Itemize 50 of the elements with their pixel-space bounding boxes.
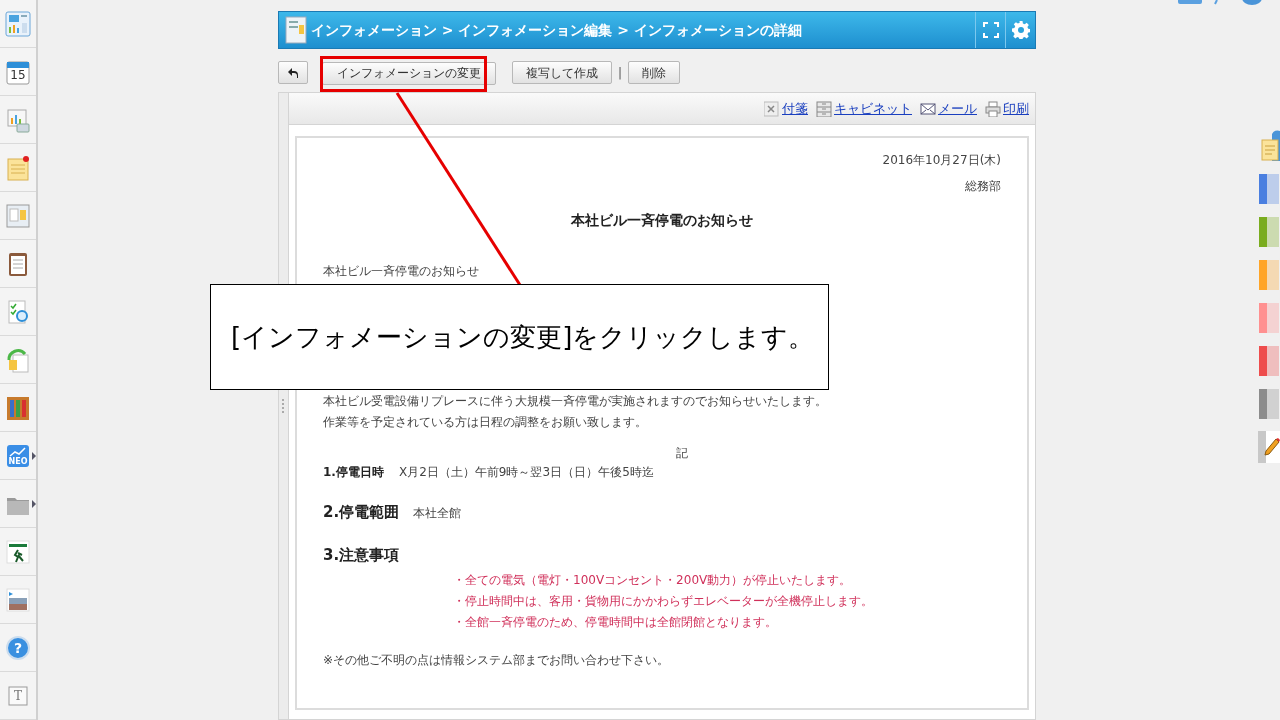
expand-icon bbox=[982, 22, 999, 38]
action-link[interactable]: 付箋 bbox=[782, 98, 808, 119]
item-value: 本社全館 bbox=[413, 505, 461, 522]
breadcrumb: インフォメーション > インフォメーション編集 > インフォメーションの詳細 bbox=[311, 20, 803, 40]
printer-icon bbox=[985, 100, 1001, 117]
ki-text: 記 bbox=[676, 445, 688, 462]
color-tab[interactable] bbox=[1258, 216, 1280, 248]
body-text: 本社ビル受電設備リプレースに伴う大規模一斉停電が実施されますのでお知らせいたします。 bbox=[323, 393, 828, 410]
mail-icon bbox=[920, 100, 936, 117]
settings-icon bbox=[1011, 21, 1030, 39]
item-value: X月2日（土）午前9時～翌3日（日）午後5時迄 bbox=[399, 464, 654, 481]
close-icon bbox=[764, 100, 780, 117]
color-tab[interactable] bbox=[1258, 388, 1280, 420]
photo-icon[interactable] bbox=[4, 585, 32, 614]
runner-icon[interactable] bbox=[4, 537, 32, 566]
back-arrow-icon bbox=[287, 66, 299, 79]
action-link[interactable]: キャビネット bbox=[834, 98, 912, 119]
note-text: ・停止時間中は、客用・貨物用にかかわらずエレベーターが全機停止します。 bbox=[453, 593, 874, 610]
back-button[interactable] bbox=[278, 61, 308, 84]
cabinet-icon bbox=[816, 100, 832, 117]
intro-text: 本社ビル一斉停電のお知らせ bbox=[323, 263, 480, 280]
document-title: 本社ビル一斉停電のお知らせ bbox=[571, 211, 753, 230]
action-link[interactable]: メール bbox=[938, 98, 977, 119]
color-tab[interactable] bbox=[1258, 345, 1280, 377]
footer-text: ※その他ご不明の点は情報システム部までお問い合わせ下さい。 bbox=[323, 652, 671, 669]
separator: | bbox=[618, 64, 623, 82]
callout-text: [インフォメーションの変更]をクリックします。 bbox=[231, 320, 815, 354]
color-tab[interactable] bbox=[1258, 302, 1280, 334]
document-date: 2016年10月27日(木) bbox=[881, 152, 1001, 169]
note-text: ・全ての電気（電灯・100Vコンセント・200V動力）が停止いたします。 bbox=[453, 572, 853, 589]
action-link[interactable]: 印刷 bbox=[1003, 98, 1029, 119]
color-tab[interactable] bbox=[1258, 173, 1280, 205]
grip-icon bbox=[281, 399, 286, 413]
note-text: ・全館一斉停電のため、停電時間中は全館閉館となります。 bbox=[453, 614, 778, 631]
document-icon bbox=[285, 16, 307, 44]
toolbar-button[interactable]: インフォメーションの変更 bbox=[322, 61, 496, 85]
item-label: 1.停電日時 bbox=[323, 464, 385, 481]
item-label: 3.注意事項 bbox=[323, 544, 401, 566]
color-tab[interactable] bbox=[1258, 259, 1280, 291]
dashboard-icon[interactable] bbox=[4, 9, 32, 38]
toolbar-button[interactable]: 削除 bbox=[628, 61, 681, 84]
pencil-tab-icon bbox=[1258, 431, 1280, 463]
item-label: 2.停電範囲 bbox=[323, 502, 401, 523]
body-text: 作業等を予定されている方は日程の調整をお願い致します。 bbox=[323, 414, 648, 431]
sticky-note-icon[interactable] bbox=[4, 153, 32, 182]
document-department: 総務部 bbox=[964, 178, 1001, 195]
globe-icon[interactable] bbox=[1242, 0, 1262, 5]
note-tab-icon bbox=[1260, 130, 1280, 162]
bulletin-board-icon[interactable] bbox=[4, 201, 32, 230]
toolbar-button[interactable]: 複写して作成 bbox=[512, 61, 612, 84]
